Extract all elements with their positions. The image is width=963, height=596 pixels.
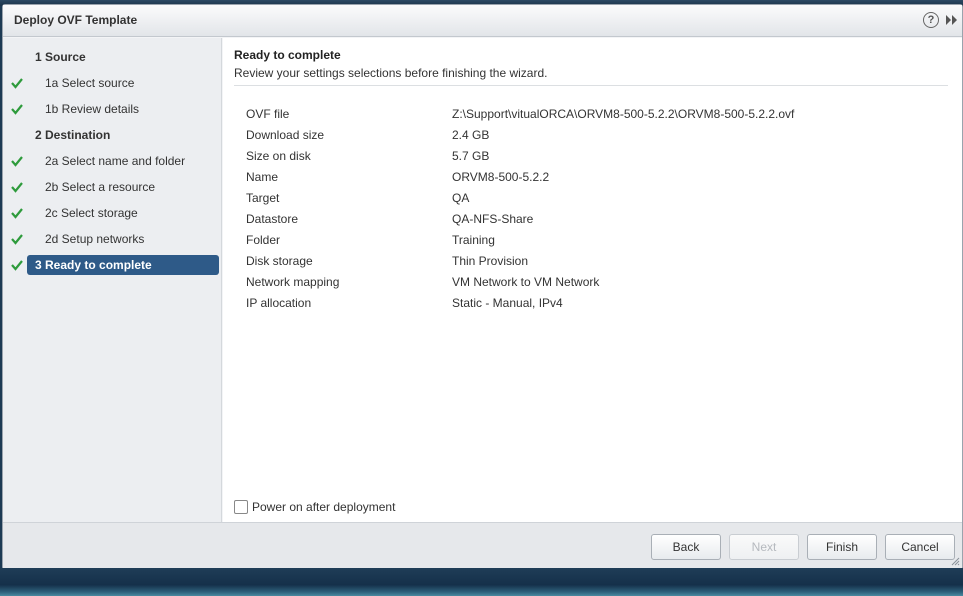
checkmark-icon [11, 182, 23, 193]
nav-item-label: 1b Review details [45, 102, 140, 116]
desktop-taskbar [0, 568, 963, 596]
wizard-content-panel: Ready to complete Review your settings s… [223, 38, 962, 522]
power-on-checkbox[interactable] [234, 500, 248, 514]
nav-item-ready-to-complete[interactable]: 3 Ready to complete [3, 255, 222, 275]
summary-key: Download size [246, 128, 325, 142]
resize-grip-icon[interactable] [950, 556, 960, 566]
nav-item-label: 2c Select storage [45, 206, 138, 220]
checkmark-icon [11, 104, 23, 115]
dialog-title: Deploy OVF Template [14, 13, 138, 27]
nav-item-destination[interactable]: 2 Destination [3, 125, 222, 145]
checkmark-icon [11, 156, 23, 167]
summary-key: Datastore [246, 212, 299, 226]
expand-icon[interactable] [945, 13, 959, 27]
summary-row-size-on-disk: Size on disk 5.7 GB [246, 147, 946, 167]
back-button[interactable]: Back [651, 534, 721, 560]
nav-item-label: 1 Source [35, 50, 86, 64]
summary-key: Network mapping [246, 275, 340, 289]
wizard-footer: Back Next Finish Cancel [3, 522, 962, 570]
nav-item-label: 2a Select name and folder [45, 154, 186, 168]
summary-value: QA [452, 191, 470, 205]
summary-row-target: Target QA [246, 189, 946, 209]
summary-key: Name [246, 170, 279, 184]
summary-value: 2.4 GB [452, 128, 490, 142]
summary-row-name: Name ORVM8-500-5.2.2 [246, 168, 946, 188]
summary-key: Folder [246, 233, 281, 247]
nav-item-select-resource[interactable]: 2b Select a resource [3, 177, 222, 197]
nav-item-label: 2 Destination [35, 128, 111, 142]
checkmark-icon [11, 234, 23, 245]
summary-value: ORVM8-500-5.2.2 [452, 170, 550, 184]
nav-item-review-details[interactable]: 1b Review details [3, 99, 222, 119]
summary-key: Size on disk [246, 149, 311, 163]
dialog-titlebar[interactable]: Deploy OVF Template ? [3, 5, 962, 37]
summary-row-ip-allocation: IP allocation Static - Manual, IPv4 [246, 294, 946, 314]
summary-key: Disk storage [246, 254, 313, 268]
summary-row-download-size: Download size 2.4 GB [246, 126, 946, 146]
summary-value: 5.7 GB [452, 149, 490, 163]
nav-item-select-storage[interactable]: 2c Select storage [3, 203, 222, 223]
summary-value: Thin Provision [452, 254, 529, 268]
power-on-label[interactable]: Power on after deployment [252, 500, 395, 514]
page-subtitle: Review your settings selections before f… [234, 66, 548, 80]
summary-value: QA-NFS-Share [452, 212, 534, 226]
deploy-ovf-dialog: Deploy OVF Template ? 1 Source 1a Select… [2, 4, 963, 570]
summary-key: OVF file [246, 107, 290, 121]
help-icon[interactable]: ? [923, 12, 939, 28]
summary-row-ovf-file: OVF file Z:\Support\vitualORCA\ORVM8-500… [246, 105, 946, 125]
nav-item-label: 3 Ready to complete [35, 258, 152, 272]
summary-value: Static - Manual, IPv4 [452, 296, 563, 310]
checkmark-icon [11, 260, 23, 271]
summary-value: Training [452, 233, 495, 247]
summary-value: Z:\Support\vitualORCA\ORVM8-500-5.2.2\OR… [452, 107, 795, 121]
checkmark-icon [11, 78, 23, 89]
nav-item-setup-networks[interactable]: 2d Setup networks [3, 229, 222, 249]
next-button[interactable]: Next [729, 534, 799, 560]
summary-row-network-mapping: Network mapping VM Network to VM Network [246, 273, 946, 293]
nav-item-label: 2b Select a resource [45, 180, 156, 194]
nav-item-label: 2d Setup networks [45, 232, 145, 246]
cancel-button[interactable]: Cancel [885, 534, 955, 560]
summary-row-disk-storage: Disk storage Thin Provision [246, 252, 946, 272]
summary-row-datastore: Datastore QA-NFS-Share [246, 210, 946, 230]
nav-item-select-name-folder[interactable]: 2a Select name and folder [3, 151, 222, 171]
nav-item-label: 1a Select source [45, 76, 135, 90]
summary-row-folder: Folder Training [246, 231, 946, 251]
nav-item-source[interactable]: 1 Source [3, 47, 222, 67]
finish-button[interactable]: Finish [807, 534, 877, 560]
nav-item-select-source[interactable]: 1a Select source [3, 73, 222, 93]
checkmark-icon [11, 208, 23, 219]
summary-value: VM Network to VM Network [452, 275, 600, 289]
summary-key: Target [246, 191, 280, 205]
divider [234, 85, 948, 86]
summary-key: IP allocation [246, 296, 312, 310]
page-title: Ready to complete [234, 48, 341, 62]
wizard-steps-sidebar: 1 Source 1a Select source 1b Review deta… [3, 38, 222, 522]
